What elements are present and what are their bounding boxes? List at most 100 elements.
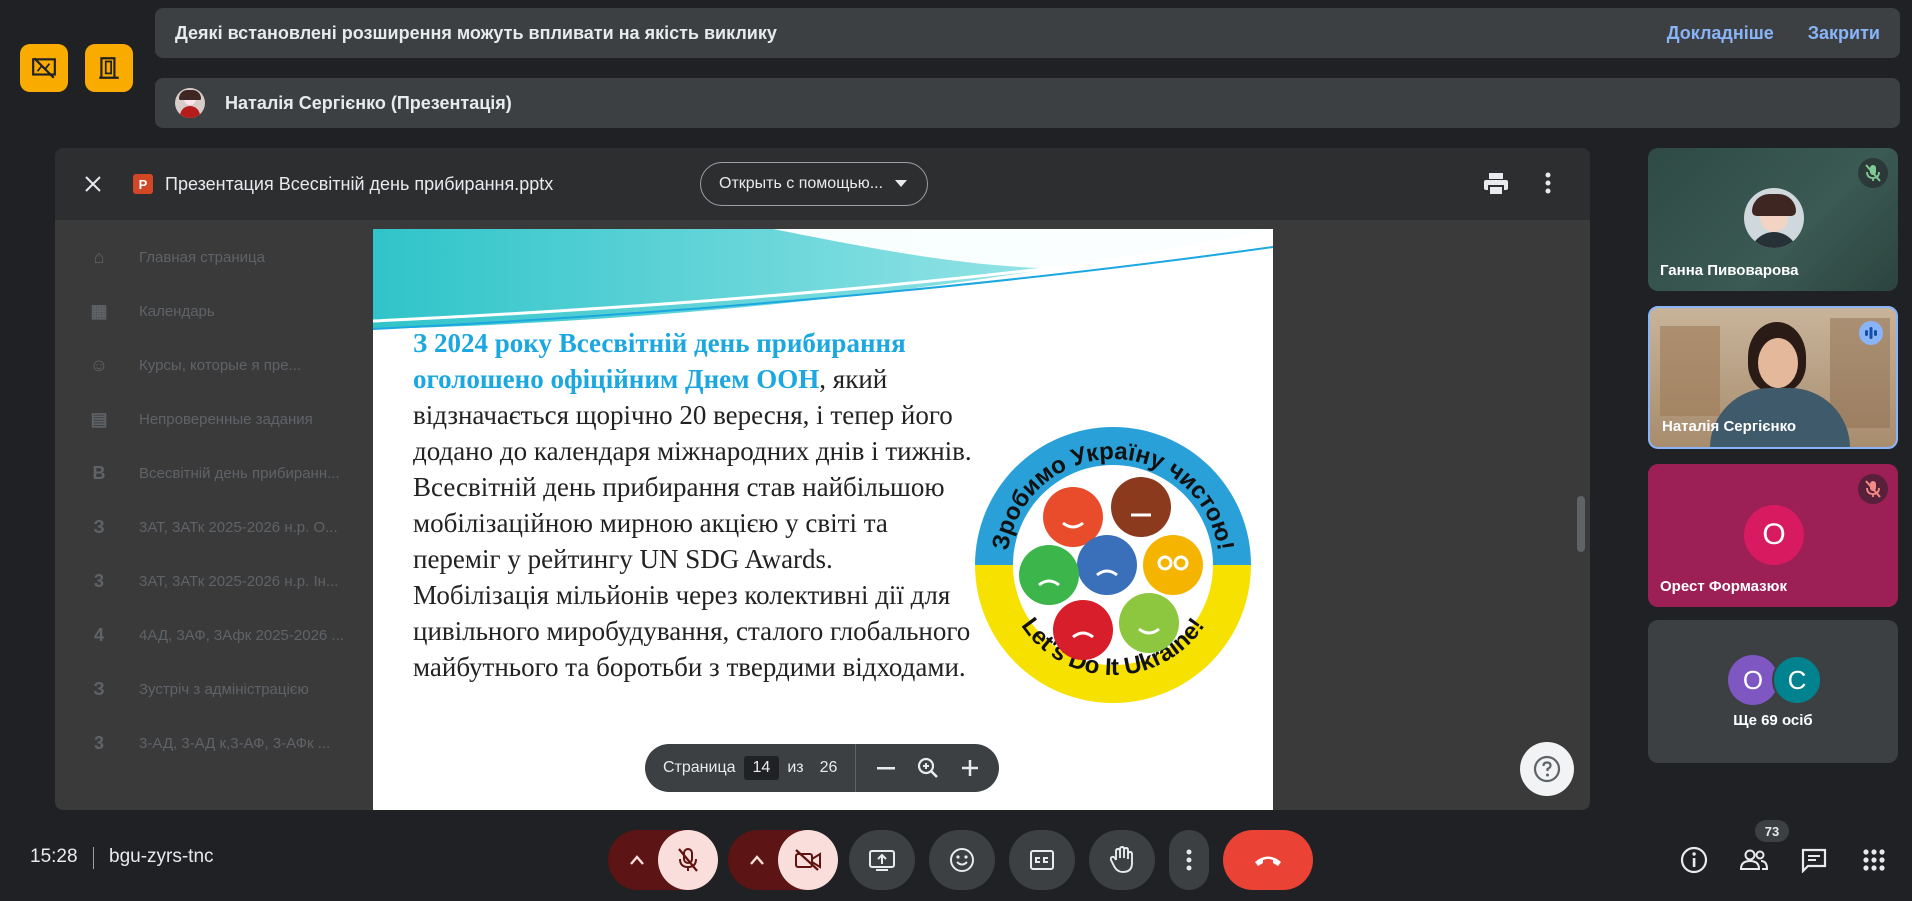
more-options-button[interactable] [1545,172,1551,199]
zoom-out-button[interactable] [872,754,900,782]
presenter-avatar [175,88,205,118]
presentation-off-badge[interactable] [20,44,68,92]
chevron-up-icon [630,855,644,865]
participant-tile[interactable]: О Орест Формазюк [1648,464,1898,607]
microphone-toggle-button[interactable] [658,830,718,890]
mic-off-indicator [1858,158,1888,188]
participant-count-badge: 73 [1755,820,1789,842]
minus-icon [877,767,896,770]
door-icon [99,57,119,79]
more-participants-label: Ще 69 осіб [1733,712,1813,729]
mic-off-icon [678,848,698,872]
zoom-button[interactable] [914,754,942,782]
participant-name: Орест Формазюк [1660,578,1787,595]
mic-off-icon [1865,164,1881,182]
viewer-scrollbar[interactable] [1577,496,1585,552]
avatar-initial: О [1762,518,1786,551]
powerpoint-icon: P [133,174,153,194]
page-number-input[interactable]: 14 [743,756,780,780]
room-badge[interactable] [85,44,133,92]
document-title: Презентация Всесвітній день прибирання.p… [165,173,554,194]
present-screen-icon [869,850,895,871]
meeting-details-button[interactable] [1677,843,1711,877]
avatar: С [1772,655,1822,705]
list-item: З Зустріч з адміністрацією [93,679,309,699]
people-button[interactable] [1737,843,1771,877]
zoom-in-button[interactable] [956,754,984,782]
of-label: из [787,759,804,776]
list-item: ▤ Непроверенные задания [90,409,313,429]
camera-toggle-button[interactable] [778,830,838,890]
background-course-list: ⌂ Главная страница ▦ Календарь ☺ Курсы, кот… [75,230,375,770]
presentation-off-icon [32,57,56,79]
list-item: З 3АТ, 3АТк 2025-2026 н.р. О... [93,517,338,537]
present-screen-button[interactable] [849,830,915,890]
list-item: ▦ Календарь [90,301,215,321]
mic-off-icon [1865,480,1881,498]
presenter-banner: Наталія Сергієнко (Презентація) [155,78,1900,128]
activities-button[interactable] [1857,843,1891,877]
list-item: 3 3АТ, 3АТк 2025-2026 н.р. Ін... [93,571,339,591]
meeting-code: bgu-zyrs-tnc [109,846,214,867]
slide-body-text: З 2024 року Всесвітній день прибирання о… [413,325,973,685]
list-item: 4 4АД, 3АФ, 3Афк 2025-2026 ... [93,625,344,645]
viewer-toolbar: P Презентация Всесвітній день прибирання… [55,148,1590,220]
close-viewer-button[interactable] [81,172,105,196]
list-item: ☺ Курсы, которые я пре... [89,355,302,375]
page-label: Страница [663,759,736,776]
participant-tile-active-speaker[interactable]: Наталія Сергієнко [1648,306,1898,449]
leave-call-button[interactable] [1223,830,1313,890]
camera-off-icon [795,849,821,871]
avatar: О [1728,655,1778,705]
more-vert-icon [1545,172,1551,194]
help-button[interactable] [1520,742,1574,796]
closed-captions-icon [1030,850,1054,870]
apps-grid-icon [1863,849,1885,871]
lets-do-it-ukraine-logo: Зробимо Україну чистою! Let's Do It Ukra… [974,426,1252,704]
audio-wave-icon [1859,321,1883,345]
close-icon [85,176,101,192]
participant-tile[interactable]: Ганна Пивоварова [1648,148,1898,291]
mic-off-indicator [1858,474,1888,504]
info-icon [1680,846,1708,874]
chat-button[interactable] [1797,843,1831,877]
avatar: О [1744,505,1804,565]
slide: З 2024 року Всесвітній день прибирання о… [373,229,1273,810]
slide-paragraph: , який відзначається щорічно 20 вересня,… [413,364,972,682]
zoom-icon [918,757,939,778]
print-icon [1484,173,1508,196]
open-with-dropdown[interactable]: Открыть с помощью... [700,162,928,206]
presenter-name: Наталія Сергієнко (Презентація) [225,92,512,113]
end-call-icon [1255,856,1281,866]
caret-down-icon [895,180,908,187]
more-vert-icon [1186,849,1192,871]
extensions-warning-text: Деякі встановлені розширення можуть впли… [175,22,777,43]
help-icon [1533,755,1561,783]
more-participants-tile[interactable]: О С Ще 69 осіб [1648,620,1898,763]
close-banner-button[interactable]: Закрити [1808,23,1880,44]
page-navigation: Страница 14 из 26 [645,744,999,792]
participant-name: Ганна Пивоварова [1660,262,1799,279]
extensions-warning-banner: Деякі встановлені розширення можуть впли… [155,8,1900,58]
avatar [1744,188,1804,248]
plus-icon [962,760,979,776]
list-item: В Всесвітній день прибиранн... [92,463,340,483]
chat-icon [1801,848,1827,873]
list-item: 3 3-АД, 3-АД к,3-АФ, 3-АФк ... [93,733,331,753]
people-icon [1739,849,1769,870]
print-button[interactable] [1483,172,1509,201]
raise-hand-button[interactable] [1089,830,1155,890]
participant-name: Наталія Сергієнко [1662,418,1797,435]
reactions-button[interactable] [929,830,995,890]
more-options-button[interactable] [1169,830,1209,890]
total-pages: 26 [819,759,838,776]
speaking-indicator [1856,318,1886,348]
meeting-time: 15:28 [30,846,78,867]
captions-button[interactable] [1009,830,1075,890]
open-with-label: Открыть с помощью... [719,175,884,192]
emoji-icon [950,848,974,872]
raise-hand-icon [1110,846,1133,873]
learn-more-link[interactable]: Докладніше [1667,23,1774,44]
slide-wave-decoration [373,229,1273,330]
chevron-up-icon [750,855,764,865]
